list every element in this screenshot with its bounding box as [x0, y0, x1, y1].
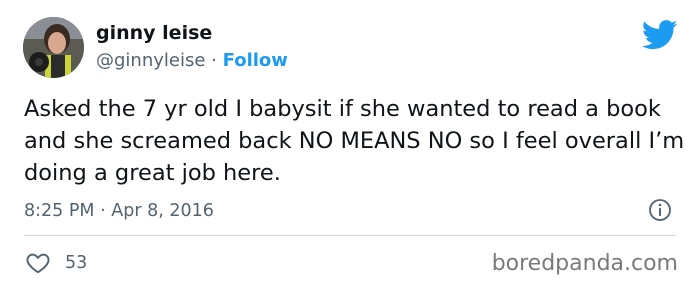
avatar[interactable] [23, 17, 84, 78]
handle-separator: · [211, 50, 217, 71]
divider [24, 235, 676, 236]
info-icon[interactable] [648, 198, 672, 222]
tweet-date: Apr 8, 2016 [111, 201, 214, 221]
tweet-time: 8:25 PM [24, 201, 95, 221]
tweet-timestamp[interactable]: 8:25 PM · Apr 8, 2016 [24, 197, 214, 225]
author-handle[interactable]: @ginnyleise [96, 50, 205, 71]
watermark: boredpanda.com [491, 251, 678, 276]
author-display-name[interactable]: ginny leise [96, 20, 288, 47]
timestamp-separator: · [100, 201, 112, 221]
like-count: 53 [65, 253, 88, 273]
heart-icon [26, 253, 50, 274]
follow-link[interactable]: Follow [223, 50, 288, 71]
author-block: ginny leise @ginnyleise · Follow [96, 20, 288, 75]
author-handle-row: @ginnyleise · Follow [96, 47, 288, 75]
avatar-photo [23, 17, 84, 78]
twitter-bird-icon[interactable] [642, 20, 678, 50]
tweet-text: Asked the 7 yr old I babysit if she want… [24, 96, 685, 186]
like-button[interactable]: 53 [25, 250, 87, 276]
